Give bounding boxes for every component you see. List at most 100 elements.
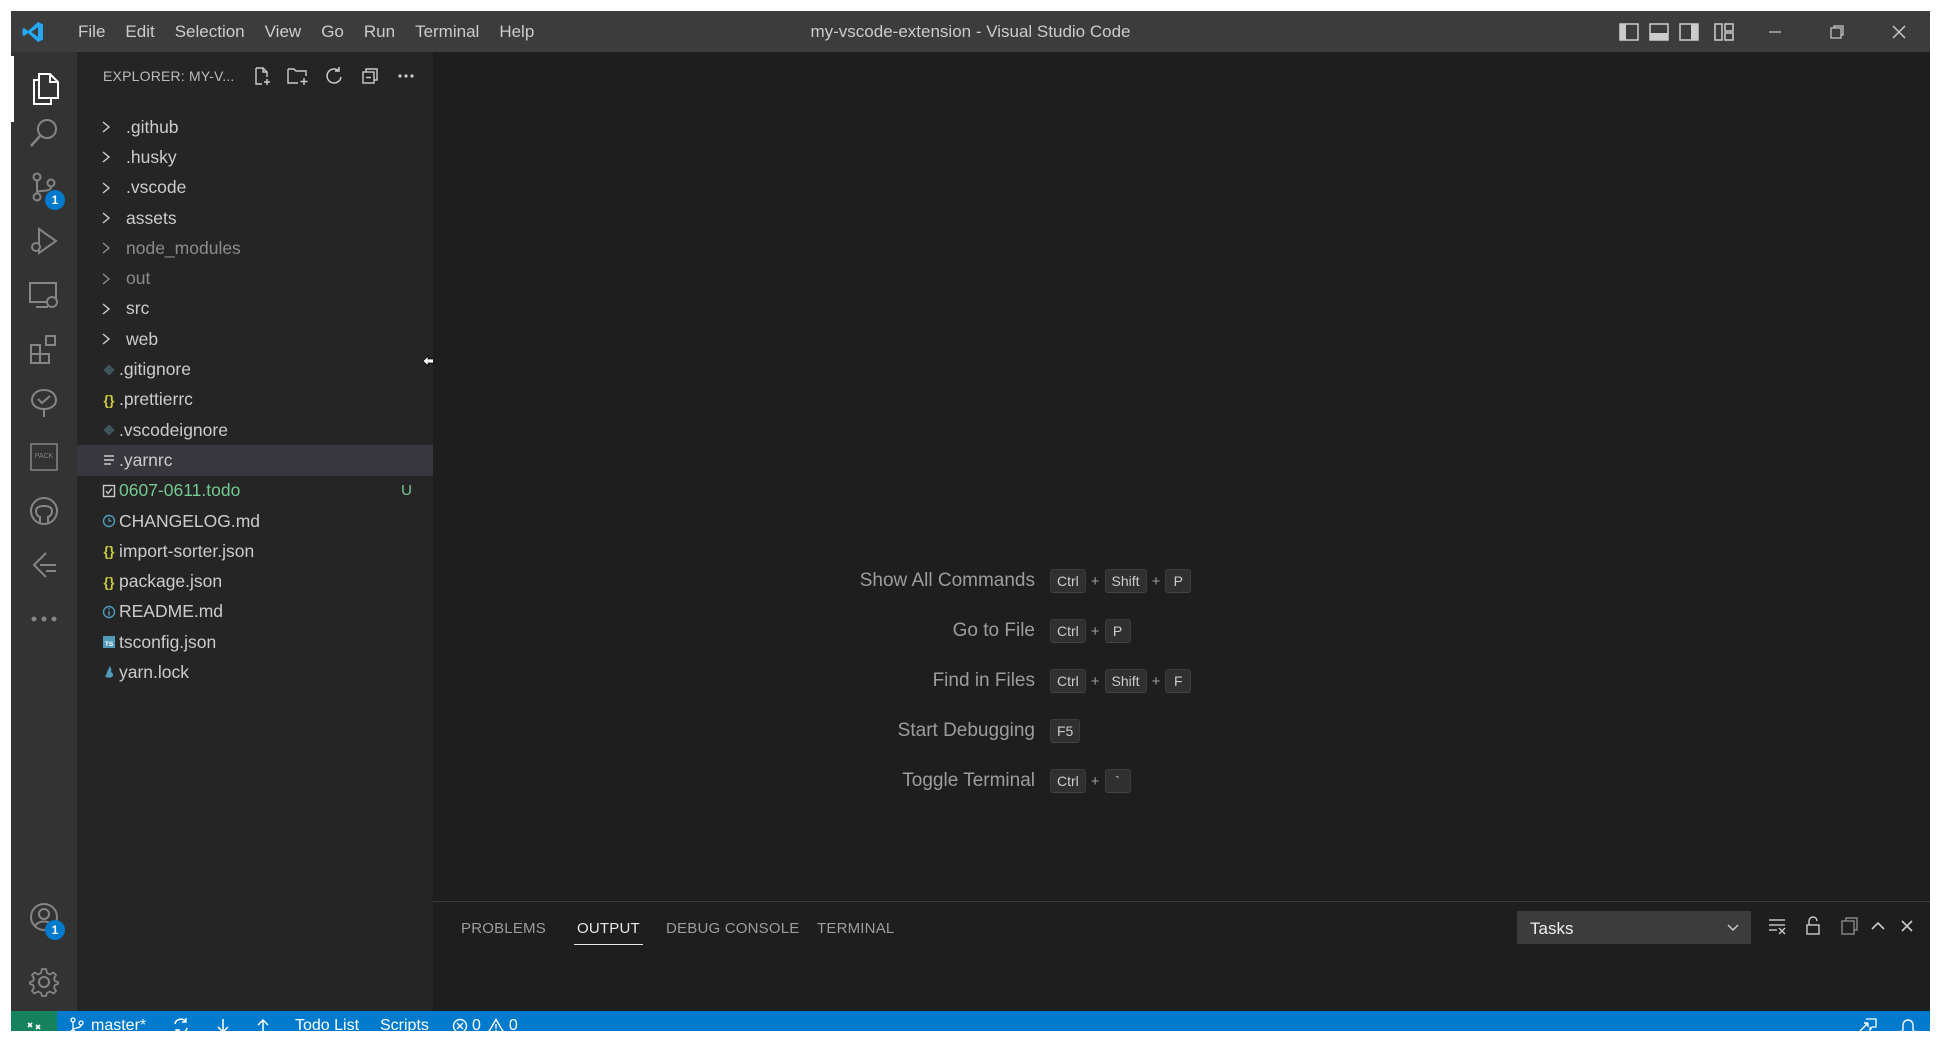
tree-item-label: out <box>126 268 151 289</box>
tree-folder-web[interactable]: web <box>77 324 433 354</box>
menu-edit[interactable]: Edit <box>115 11 164 52</box>
notifications-bell-icon[interactable] <box>1900 1011 1916 1031</box>
chevron-right-icon <box>101 150 117 164</box>
tree-item-label: assets <box>126 207 177 228</box>
tree-file-changelog[interactable]: CHANGELOG.md <box>77 506 433 536</box>
more-icon[interactable] <box>11 586 77 652</box>
shortcut-label: Go to File <box>952 620 1035 641</box>
key-cap: P <box>1165 569 1192 593</box>
tree-item-label: .yarnrc <box>119 449 173 470</box>
bottom-panel: PROBLEMS OUTPUT DEBUG CONSOLE TERMINAL T… <box>433 901 1930 1012</box>
tree-folder-vscode[interactable]: .vscode <box>77 173 433 203</box>
shortcut-toggle-terminal: Toggle Terminal Ctrl + ` <box>433 767 1930 795</box>
key-cap: Ctrl <box>1050 569 1086 593</box>
maximize-panel-icon[interactable] <box>1866 914 1890 938</box>
menu-bar: File Edit Selection View Go Run Terminal… <box>68 11 544 52</box>
ts-file-icon: TS <box>101 635 117 649</box>
tree-item-label: .vscodeignore <box>119 419 228 440</box>
tree-file-readme[interactable]: README.md <box>77 597 433 627</box>
tab-output[interactable]: OUTPUT <box>574 920 643 945</box>
tree-folder-github[interactable]: .github <box>77 112 433 142</box>
push-icon[interactable] <box>256 1011 270 1031</box>
shortcut-keys: Ctrl + ` <box>1050 769 1131 793</box>
shortcut-keys: Ctrl + Shift + F <box>1050 669 1192 693</box>
clear-output-icon[interactable] <box>1765 914 1789 938</box>
tree-folder-husky[interactable]: .husky <box>77 142 433 172</box>
new-folder-icon[interactable] <box>280 62 316 90</box>
desktop-strip <box>0 1031 1941 1041</box>
lock-scroll-icon[interactable] <box>1801 914 1825 938</box>
pull-icon[interactable] <box>216 1011 230 1031</box>
tree-item-label: .husky <box>126 146 177 167</box>
customize-layout-icon[interactable] <box>1704 11 1744 52</box>
close-window-icon[interactable] <box>1868 11 1930 52</box>
menu-view[interactable]: View <box>255 11 312 52</box>
scripts-item[interactable]: Scripts <box>380 1011 429 1031</box>
collapse-all-icon[interactable] <box>352 62 388 90</box>
shortcut-show-all-commands: Show All Commands Ctrl + Shift + P <box>433 567 1930 595</box>
key-cap: Shift <box>1104 669 1147 693</box>
tab-terminal[interactable]: TERMINAL <box>817 920 894 937</box>
source-control-badge: 1 <box>45 190 65 210</box>
feedback-icon[interactable] <box>1858 1011 1878 1031</box>
tree-folder-node-modules[interactable]: node_modules <box>77 233 433 263</box>
toggle-secondary-sidebar-icon[interactable] <box>1674 11 1704 52</box>
plus-sign: + <box>1090 572 1100 590</box>
minimize-window-icon[interactable] <box>1744 11 1806 52</box>
plus-sign: + <box>1090 672 1100 690</box>
tree-file-import-sorter[interactable]: {} import-sorter.json <box>77 536 433 566</box>
tree-file-gitignore[interactable]: .gitignore <box>77 354 433 384</box>
shortcut-go-to-file: Go to File Ctrl + P <box>433 617 1930 645</box>
output-channel-select[interactable]: Tasks <box>1517 911 1751 944</box>
refresh-icon[interactable] <box>316 62 352 90</box>
clock-file-icon <box>101 514 117 528</box>
chevron-right-icon <box>101 272 117 286</box>
chevron-right-icon <box>101 332 117 346</box>
tab-problems[interactable]: PROBLEMS <box>461 920 546 937</box>
git-branch-label: master* <box>91 1017 147 1031</box>
tree-file-package-json[interactable]: {} package.json <box>77 566 433 596</box>
accounts-icon[interactable]: 1 <box>11 884 77 950</box>
key-cap: Ctrl <box>1050 669 1086 693</box>
key-cap: ` <box>1104 769 1131 793</box>
tree-file-vscodeignore[interactable]: .vscodeignore <box>77 415 433 445</box>
git-branch-item[interactable]: master* <box>69 1011 146 1031</box>
close-panel-icon[interactable] <box>1895 914 1919 938</box>
key-cap: F5 <box>1050 719 1081 743</box>
tree-file-yarnrc[interactable]: .yarnrc <box>77 445 433 476</box>
git-branch-icon <box>70 1017 84 1031</box>
output-channel-value: Tasks <box>1530 919 1574 938</box>
tree-folder-src[interactable]: src <box>77 294 433 324</box>
plus-sign: + <box>1151 572 1161 590</box>
key-cap: Shift <box>1104 569 1147 593</box>
tree-file-tsconfig[interactable]: TS tsconfig.json <box>77 627 433 657</box>
menu-go[interactable]: Go <box>311 11 354 52</box>
remote-indicator-icon[interactable] <box>11 1011 57 1031</box>
menu-run[interactable]: Run <box>354 11 405 52</box>
restore-window-icon[interactable] <box>1806 11 1868 52</box>
tree-folder-assets[interactable]: assets <box>77 203 433 233</box>
tree-file-prettierrc[interactable]: {} .prettierrc <box>77 385 433 415</box>
new-file-icon[interactable] <box>244 62 280 90</box>
more-actions-icon[interactable] <box>388 62 424 90</box>
tree-file-todo[interactable]: 0607-0611.todo U <box>77 476 433 506</box>
problems-summary[interactable]: 0 0 <box>452 1011 518 1031</box>
json-braces-icon: {} <box>103 543 115 560</box>
toggle-primary-sidebar-icon[interactable] <box>1614 11 1644 52</box>
menu-terminal[interactable]: Terminal <box>405 11 489 52</box>
tab-debug-console[interactable]: DEBUG CONSOLE <box>666 920 799 937</box>
sync-changes-icon[interactable] <box>171 1011 191 1031</box>
tree-folder-out[interactable]: out <box>77 263 433 293</box>
open-in-editor-icon[interactable] <box>1837 914 1861 938</box>
svg-text:PACK: PACK <box>35 453 54 460</box>
vscode-window: File Edit Selection View Go Run Terminal… <box>11 11 1930 1031</box>
toggle-panel-icon[interactable] <box>1644 11 1674 52</box>
menu-help[interactable]: Help <box>489 11 544 52</box>
tree-file-yarn-lock[interactable]: yarn.lock <box>77 657 433 687</box>
menu-selection[interactable]: Selection <box>165 11 255 52</box>
tree-item-label: web <box>126 328 159 349</box>
menu-file[interactable]: File <box>68 11 115 52</box>
settings-gear-icon[interactable] <box>11 949 77 1015</box>
chevron-right-icon <box>101 241 117 255</box>
todo-list-item[interactable]: Todo List <box>295 1011 359 1031</box>
